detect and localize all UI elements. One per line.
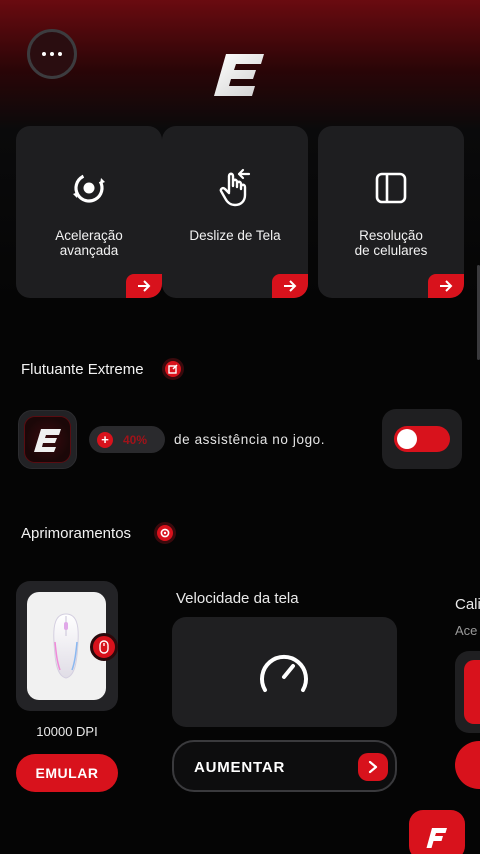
emular-button[interactable]: EMULAR: [16, 754, 118, 792]
card-arrow-button[interactable]: [272, 274, 308, 298]
mouse-badge: [90, 633, 118, 661]
aumentar-button[interactable]: AUMENTAR: [172, 740, 397, 792]
more-dots-icon: [50, 52, 54, 56]
swipe-hand-icon: [219, 168, 251, 207]
toggle-knob: [397, 429, 417, 449]
more-dots-icon: [58, 52, 62, 56]
gear-icon: [160, 528, 170, 538]
card-deslize[interactable]: Deslize de Tela: [162, 126, 308, 298]
section-title-aprimoramentos: Aprimoramentos: [21, 525, 132, 542]
card-arrow-button[interactable]: [126, 274, 162, 298]
flutuante-toggle-container: [382, 409, 462, 469]
speedometer-icon: [260, 654, 308, 692]
arrow-right-icon: [284, 280, 297, 292]
app-logo: [214, 54, 264, 96]
flutuante-icon-inner: [24, 416, 71, 463]
card-label: Resolução de celulares: [354, 228, 428, 258]
card-arrow-button[interactable]: [428, 274, 464, 298]
section-title-flutuante: Flutuante Extreme: [21, 361, 144, 378]
more-options-button[interactable]: [27, 29, 77, 79]
mouse-dpi: 10000 DPI: [36, 724, 98, 739]
mouse-icon: [99, 640, 109, 654]
arrow-right-icon: [440, 280, 453, 292]
aumentar-label: AUMENTAR: [194, 759, 286, 776]
aprimoramentos-settings-button[interactable]: [154, 522, 176, 544]
partial-card-subtitle: Ace: [455, 623, 478, 638]
partial-card-title: Cali: [455, 596, 480, 613]
chevron-right-icon: [368, 760, 378, 774]
flutuante-app-icon[interactable]: [18, 410, 77, 469]
arrow-right-icon: [138, 280, 151, 292]
target-cycle-icon: [73, 173, 105, 203]
speed-title: Velocidade da tela: [176, 590, 299, 607]
layout-panels-icon: [375, 172, 407, 204]
flutuante-toggle[interactable]: [394, 426, 450, 452]
card-aceleracao[interactable]: Aceleração avançada: [16, 126, 162, 298]
edit-square-icon: [168, 364, 178, 374]
speed-gauge-card: [172, 617, 397, 727]
card-resolucao[interactable]: Resolução de celulares: [318, 126, 464, 298]
card-label: Aceleração avançada: [55, 228, 123, 258]
flutuante-info-button[interactable]: [162, 358, 184, 380]
assist-percent-value: 40%: [123, 432, 148, 447]
more-dots-icon: [42, 52, 46, 56]
partial-card-box[interactable]: [455, 651, 480, 733]
extreme-logo-icon: [34, 429, 61, 452]
plus-icon: +: [97, 431, 113, 448]
aumentar-arrow: [358, 753, 388, 781]
f-logo-icon: [426, 828, 447, 848]
assist-percent-pill[interactable]: + 40%: [89, 426, 165, 453]
partial-card-visual: [464, 660, 480, 724]
card-label: Deslize de Tela: [189, 228, 281, 243]
assist-description: de assistência no jogo.: [174, 432, 326, 447]
partial-card-button[interactable]: [455, 741, 480, 789]
floating-logo-button[interactable]: [409, 810, 465, 854]
